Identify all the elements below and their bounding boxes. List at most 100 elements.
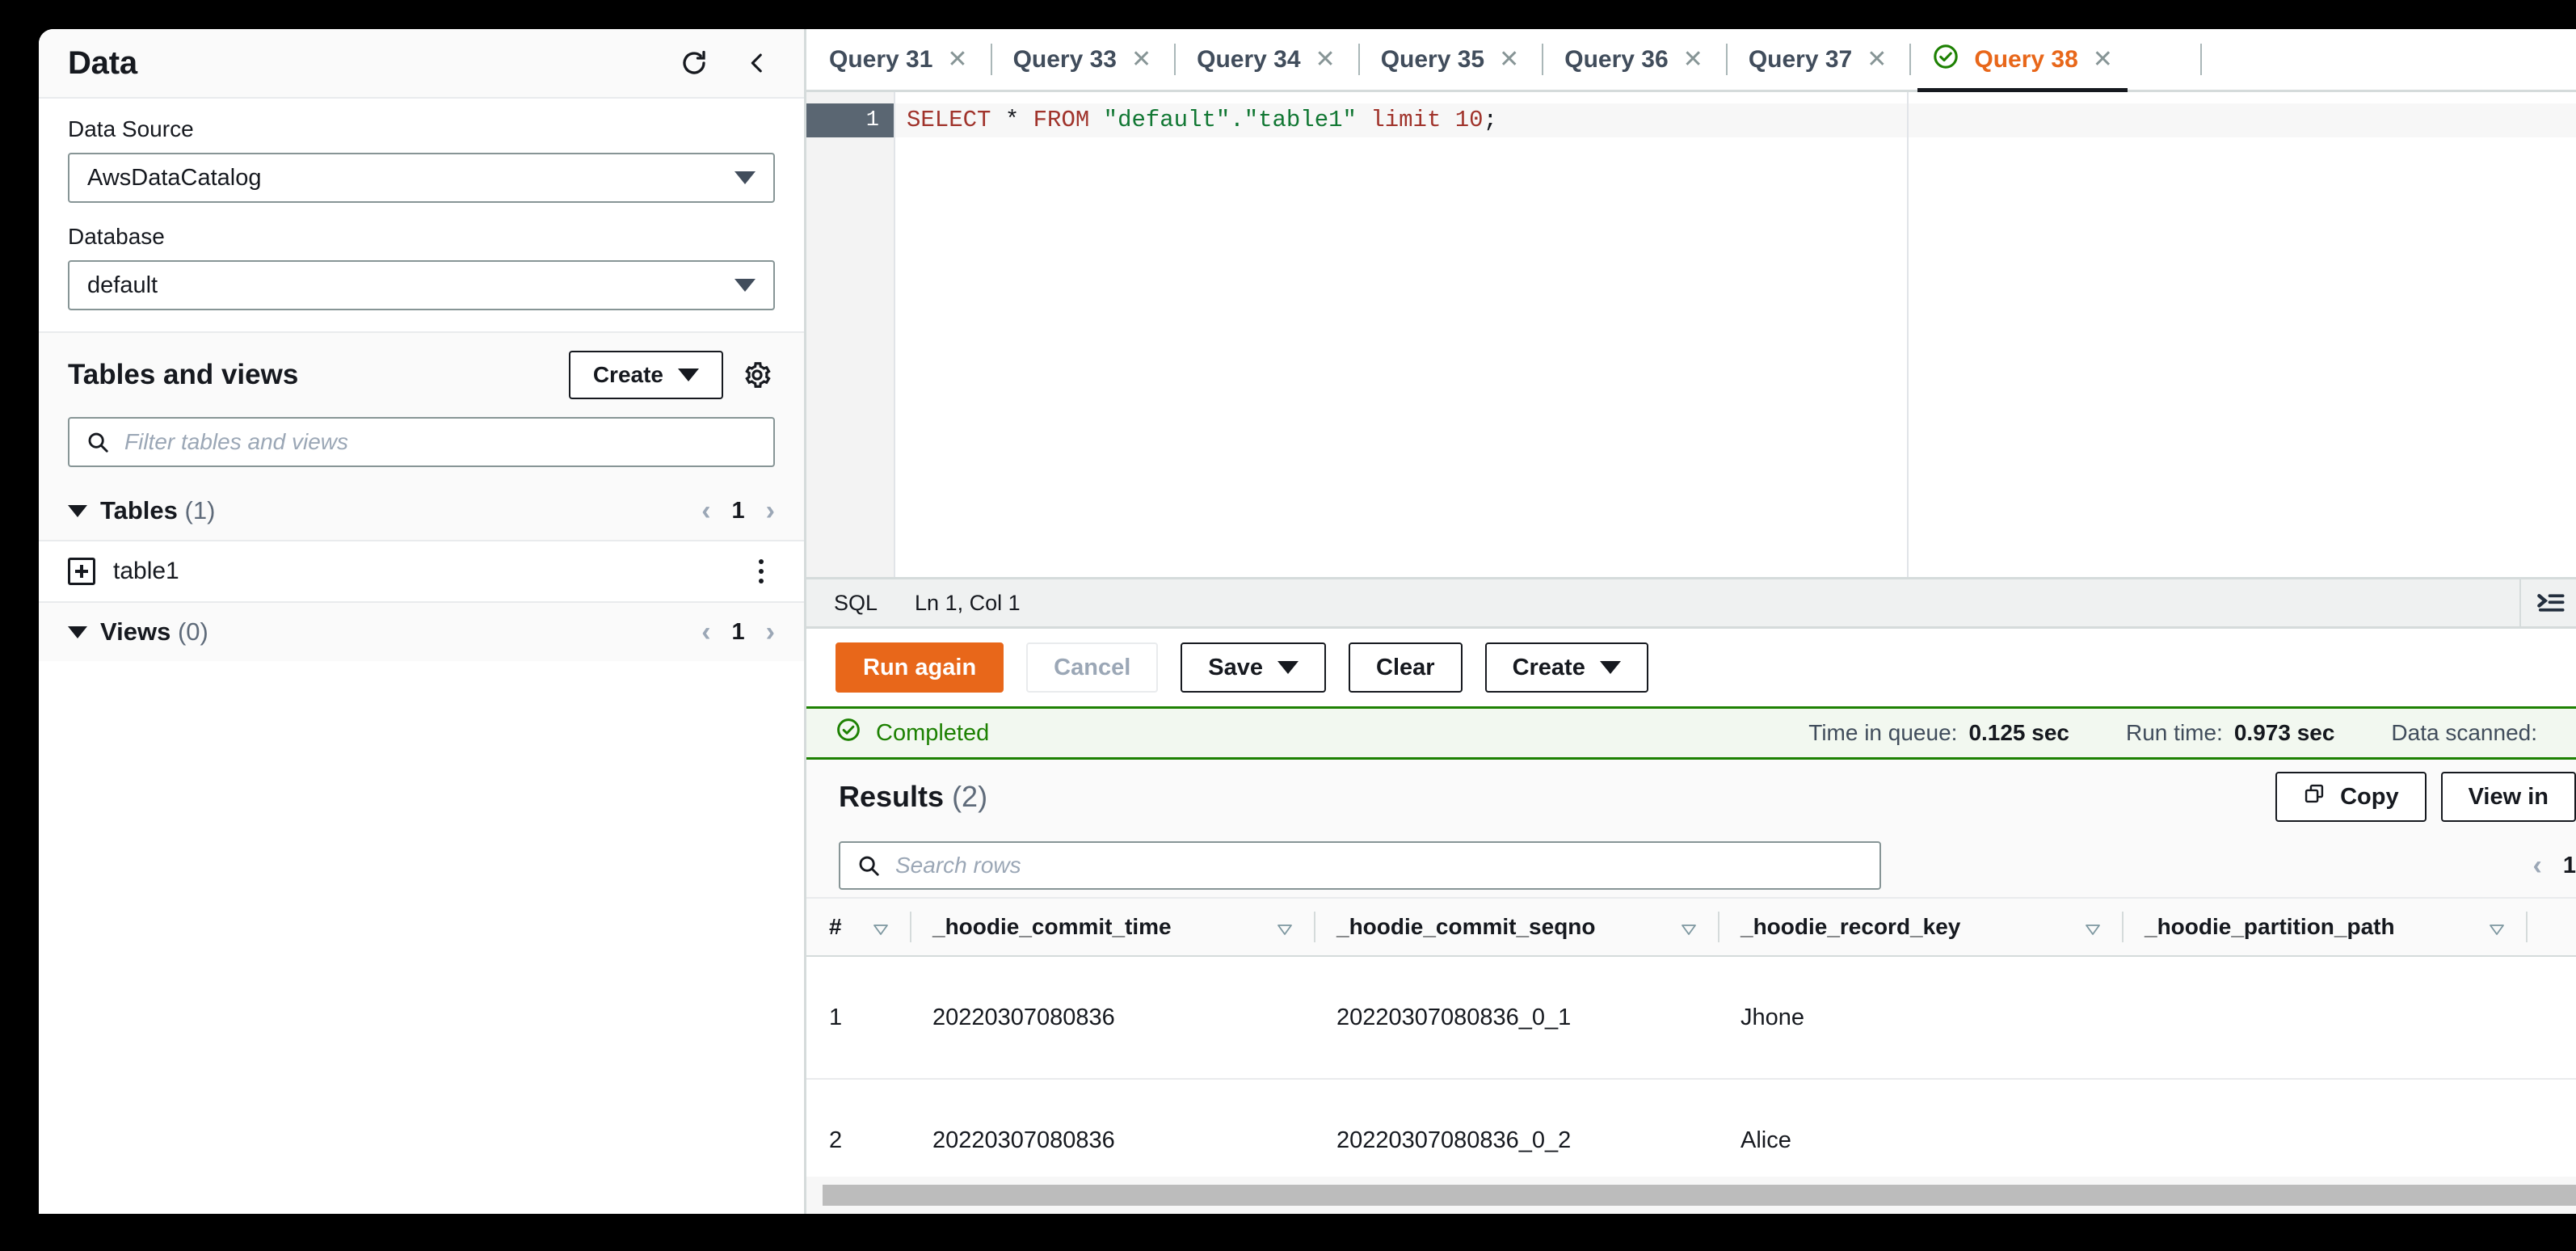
data-source-select[interactable]: AwsDataCatalog [68,153,775,203]
view-in-button[interactable]: View in [2440,772,2576,822]
chevron-left-icon[interactable]: ‹ [2533,852,2542,879]
search-icon [88,432,108,453]
data-sidebar: Data Data Source AwsDataCatalog Database… [39,29,806,1214]
editor-code-area[interactable]: SELECT * FROM "default"."table1" limit 1… [895,92,2576,577]
tables-and-views-section: Tables and views Create Filter tables an… [39,331,804,661]
tables-group-header[interactable]: Tables (1) ‹ 1 › [68,482,775,540]
chevron-down-icon [734,171,756,184]
tab-label: Query 35 [1380,45,1485,73]
tab-label: Query 31 [829,45,933,73]
tables-pagination[interactable]: ‹ 1 › [701,497,775,524]
views-pagination[interactable]: ‹ 1 › [701,618,775,646]
column-header-hoodie-commit-time[interactable]: _hoodie_commit_time [910,899,1314,955]
close-icon[interactable]: ✕ [1499,47,1519,72]
sql-table-ref: "default"."table1" [1089,107,1371,133]
data-source-value: AwsDataCatalog [87,164,262,191]
copy-button[interactable]: Copy [2275,772,2427,822]
chevron-left-icon[interactable]: ‹ [701,497,710,524]
table-row[interactable]: 1 20220307080836 20220307080836_0_1 Jhon… [806,957,2576,1080]
tab-query-33[interactable]: Query 33 ✕ [990,29,1175,90]
create-table-button[interactable]: Create [568,351,723,399]
sort-icon[interactable] [871,921,890,935]
cell-hoodie-commit-seqno: 20220307080836_0_1 [1336,1004,1572,1030]
column-header-hoodie-commit-seqno[interactable]: _hoodie_commit_seqno [1314,899,1718,955]
save-button-label: Save [1208,654,1264,680]
sql-editor[interactable]: 1 SELECT * FROM "default"."table1" limit… [806,92,2576,577]
database-value: default [87,272,158,298]
results-pagination[interactable]: ‹ 1 [2533,852,2576,879]
chevron-left-icon[interactable]: ‹ [701,618,710,646]
run-time-stat: Run time: 0.973 sec [2126,720,2334,746]
close-icon[interactable]: ✕ [1683,47,1703,72]
chevron-left-icon[interactable] [739,45,775,81]
chevron-right-icon[interactable]: › [766,618,775,646]
close-icon[interactable]: ✕ [1131,47,1151,72]
create-button[interactable]: Create [1484,642,1648,693]
create-table-button-label: Create [592,362,663,387]
tab-query-34[interactable]: Query 34 ✕ [1174,29,1358,90]
check-circle-icon [1932,43,1959,77]
sort-icon[interactable] [1679,921,1698,935]
close-icon[interactable]: ✕ [2093,47,2113,72]
chevron-down-icon [1599,661,1621,674]
cancel-button: Cancel [1026,642,1159,693]
table-add-icon [68,558,95,585]
tab-label: Query 36 [1564,45,1669,73]
clear-button-label: Clear [1376,654,1435,680]
tab-query-37[interactable]: Query 37 ✕ [1725,29,1910,90]
sidebar-header: Data [39,29,804,99]
sort-icon[interactable] [2083,921,2102,935]
tab-query-35[interactable]: Query 35 ✕ [1357,29,1543,90]
sort-icon[interactable] [2487,921,2507,935]
tables-and-views-title: Tables and views [68,359,299,390]
search-rows-box[interactable] [839,841,1881,890]
editor-status-bar: SQL Ln 1, Col 1 [806,577,2576,629]
tab-query-38[interactable]: Query 38 ✕ [1909,29,2136,92]
tab-bar-overflow [2136,29,2576,90]
tab-query-36[interactable]: Query 36 ✕ [1542,29,1726,90]
list-item[interactable]: table1 [39,540,804,603]
tables-and-views-header: Tables and views Create [68,351,775,399]
time-in-queue-stat: Time in queue: 0.125 sec [1808,720,2069,746]
tables-page-number: 1 [731,497,745,524]
database-select[interactable]: default [68,260,775,310]
tab-query-31[interactable]: Query 31 ✕ [806,29,991,90]
horizontal-scrollbar-track[interactable] [806,1177,2576,1214]
results-table-header: # _hoodie_commit_time _hoodie_commit_seq… [806,897,2576,957]
views-group-header[interactable]: Views (0) ‹ 1 › [39,603,804,661]
sort-icon[interactable] [1275,921,1294,935]
sql-keyword-select: SELECT [907,107,991,133]
views-group-label: Views (0) [100,617,208,646]
format-indent-icon[interactable] [2519,579,2576,626]
column-header-index[interactable]: # [806,899,910,955]
chevron-right-icon[interactable]: › [766,497,775,524]
view-in-button-label: View in [2468,783,2549,810]
horizontal-scrollbar-thumb[interactable] [823,1185,2576,1206]
column-header-hoodie-record-key[interactable]: _hoodie_record_key [1718,899,2122,955]
save-button[interactable]: Save [1181,642,1327,693]
filter-tables-box[interactable] [68,417,775,467]
cell-index: 2 [829,1127,843,1153]
gear-icon[interactable] [739,357,775,393]
results-page-number: 1 [2562,852,2576,878]
refresh-icon[interactable] [676,45,712,81]
close-icon[interactable]: ✕ [947,47,967,72]
sql-keyword-from: FROM [1033,107,1090,133]
column-header-hoodie-partition-path[interactable]: _hoodie_partition_path [2122,899,2526,955]
search-rows-input[interactable] [895,853,1863,878]
table-name: table1 [113,558,179,584]
clear-button[interactable]: Clear [1349,642,1463,693]
cell-hoodie-commit-seqno: 20220307080836_0_2 [1336,1127,1572,1153]
results-scroll-area [806,1177,2576,1214]
run-again-button[interactable]: Run again [836,642,1004,693]
search-icon [859,856,879,876]
sidebar-selectors: Data Source AwsDataCatalog Database defa… [39,99,804,331]
query-editor-main: Query 31 ✕ Query 33 ✕ Query 34 ✕ Query 3… [806,29,2576,1214]
filter-tables-input[interactable] [124,429,757,455]
close-icon[interactable]: ✕ [1867,47,1887,72]
sql-keyword-limit: limit [1370,107,1442,133]
chevron-down-icon [68,504,87,517]
more-options-icon[interactable] [747,553,775,590]
line-number: 1 [806,103,894,137]
close-icon[interactable]: ✕ [1315,47,1336,72]
